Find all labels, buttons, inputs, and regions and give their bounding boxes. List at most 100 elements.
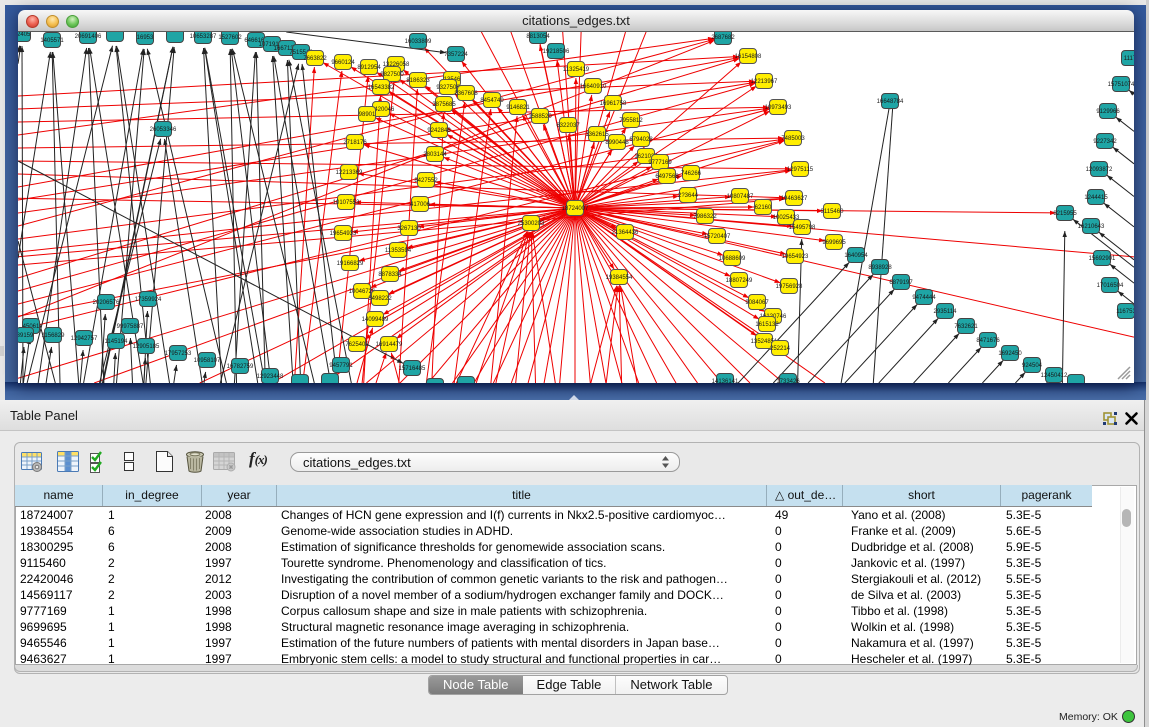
svg-text:2?3644: 2?3644 xyxy=(678,193,699,199)
svg-text:15716485: 15716485 xyxy=(399,366,426,372)
svg-text:8215955: 8215955 xyxy=(1053,211,1077,217)
svg-text:10107553: 10107553 xyxy=(333,200,360,206)
svg-text:16648784: 16648784 xyxy=(877,99,904,105)
svg-text:19654933: 19654933 xyxy=(330,231,357,237)
svg-text:19654923: 19654923 xyxy=(782,254,809,260)
svg-text:19166829: 19166829 xyxy=(337,261,364,267)
svg-text:8454749: 8454749 xyxy=(480,98,504,104)
svg-text:417006: 417006 xyxy=(410,202,431,208)
svg-text:2718176: 2718176 xyxy=(343,140,367,146)
svg-text:12405: 12405 xyxy=(18,32,31,38)
svg-text:16154808: 16154808 xyxy=(735,54,762,60)
svg-text:10688609: 10688609 xyxy=(719,256,746,262)
svg-text:3875685: 3875685 xyxy=(432,102,456,108)
svg-text:19756928: 19756928 xyxy=(776,284,803,290)
svg-text:19463627: 19463627 xyxy=(781,196,808,202)
svg-text:116753: 116753 xyxy=(1116,309,1134,315)
svg-text:9146821: 9146821 xyxy=(506,105,530,111)
svg-text:9129966: 9129966 xyxy=(1096,109,1120,115)
svg-text:10973493: 10973493 xyxy=(765,105,792,111)
svg-text:1244415: 1244415 xyxy=(1084,195,1108,201)
svg-text:25300203: 25300203 xyxy=(518,221,545,227)
svg-text:12450412: 12450412 xyxy=(1041,373,1068,379)
svg-text:20691406: 20691406 xyxy=(75,34,102,40)
svg-text:16914479: 16914479 xyxy=(376,342,403,348)
svg-text:9084067: 9084067 xyxy=(745,300,769,306)
svg-text:98901: 98901 xyxy=(359,112,376,118)
svg-text:8813054: 8813054 xyxy=(526,34,550,40)
svg-text:8186323: 8186323 xyxy=(406,78,430,84)
svg-text:16543382: 16543382 xyxy=(368,85,395,91)
svg-text:1640954: 1640954 xyxy=(844,253,868,259)
svg-text:1405571: 1405571 xyxy=(40,38,64,44)
svg-text:19384554: 19384554 xyxy=(606,275,633,281)
svg-text:12923448: 12923448 xyxy=(257,374,284,380)
svg-text:9660124: 9660124 xyxy=(331,60,355,66)
svg-text:9777169: 9777169 xyxy=(648,160,672,166)
svg-text:3267130: 3267130 xyxy=(397,226,421,232)
svg-text:1733426: 1733426 xyxy=(776,379,800,383)
svg-text:8990448: 8990448 xyxy=(605,140,629,146)
svg-text:16961758: 16961758 xyxy=(600,101,627,107)
svg-text:12213967: 12213967 xyxy=(751,79,778,85)
svg-text:39159: 39159 xyxy=(18,333,34,339)
svg-text:8938928: 8938928 xyxy=(868,265,892,271)
svg-text:6879197: 6879197 xyxy=(889,280,913,286)
svg-text:9227342: 9227342 xyxy=(1093,139,1117,145)
svg-text:9699695: 9699695 xyxy=(822,240,846,246)
svg-text:1145194: 1145194 xyxy=(105,339,129,345)
svg-text:15495798: 15495798 xyxy=(789,225,816,231)
svg-text:1527602: 1527602 xyxy=(218,35,242,41)
svg-text:9242848: 9242848 xyxy=(427,128,451,134)
svg-text:2803144: 2803144 xyxy=(423,152,447,158)
svg-text:9474444: 9474444 xyxy=(912,295,936,301)
svg-text:19218506: 19218506 xyxy=(543,49,570,55)
svg-text:9115460: 9115460 xyxy=(821,209,845,215)
svg-text:2687682: 2687682 xyxy=(711,35,735,41)
svg-text:15720407: 15720407 xyxy=(704,234,731,240)
svg-text:1117: 1117 xyxy=(1124,56,1134,62)
svg-text:12213369: 12213369 xyxy=(336,170,363,176)
svg-text:11325419: 11325419 xyxy=(563,67,590,73)
svg-text:18807249: 18807249 xyxy=(726,278,753,284)
svg-text:8878334: 8878334 xyxy=(378,272,402,278)
svg-text:15692901: 15692901 xyxy=(1089,256,1116,262)
svg-text:7357224: 7357224 xyxy=(444,52,468,58)
svg-text:8427552: 8427552 xyxy=(414,178,438,184)
svg-text:9827500: 9827500 xyxy=(380,72,404,78)
svg-text:17016504: 17016504 xyxy=(1097,283,1124,289)
svg-text:2367608: 2367608 xyxy=(454,91,478,97)
svg-text:10653287: 10653287 xyxy=(190,34,217,40)
svg-text:12905185: 12905185 xyxy=(133,344,160,350)
svg-text:7986322: 7986322 xyxy=(693,214,717,220)
svg-text:6497568: 6497568 xyxy=(655,174,679,180)
svg-text:6794028: 6794028 xyxy=(629,137,653,143)
svg-text:9457791: 9457791 xyxy=(329,363,353,369)
svg-text:1588520: 1588520 xyxy=(528,114,552,120)
svg-text:1156829: 1156829 xyxy=(42,333,66,339)
svg-text:746266: 746266 xyxy=(681,171,702,177)
svg-text:16782759: 16782759 xyxy=(227,364,254,370)
svg-text:26053346: 26053346 xyxy=(150,127,177,133)
svg-text:1362615: 1362615 xyxy=(585,132,609,138)
svg-text:6322037: 6322037 xyxy=(556,123,580,129)
svg-text:17359924: 17359924 xyxy=(135,297,162,303)
svg-text:21364436: 21364436 xyxy=(612,230,639,236)
svg-text:7632621: 7632621 xyxy=(954,324,978,330)
svg-text:7625402: 7625402 xyxy=(345,342,369,348)
svg-text:16033809: 16033809 xyxy=(405,39,432,45)
svg-text:11353594: 11353594 xyxy=(385,248,412,254)
svg-text:7663822: 7663822 xyxy=(303,56,327,62)
svg-text:20206576: 20206576 xyxy=(93,300,120,306)
svg-text:12942757: 12942757 xyxy=(71,336,98,342)
svg-text:16640910: 16640910 xyxy=(580,84,607,90)
svg-text:8471676: 8471676 xyxy=(976,338,1000,344)
svg-text:10807487: 10807487 xyxy=(727,194,754,200)
svg-text:15751074: 15751074 xyxy=(1108,82,1134,88)
svg-text:12093872: 12093872 xyxy=(1086,167,1113,173)
svg-text:2935114: 2935114 xyxy=(934,309,958,315)
svg-text:18724007: 18724007 xyxy=(562,206,589,212)
svg-text:17957253: 17957253 xyxy=(165,351,192,357)
svg-text:14099489: 14099489 xyxy=(362,317,389,323)
svg-text:12975115: 12975115 xyxy=(787,167,814,173)
